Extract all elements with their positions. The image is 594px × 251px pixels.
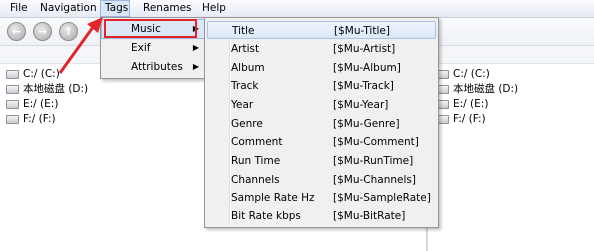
music-item-track[interactable]: Track [$Mu-Track]: [207, 77, 436, 95]
drive-icon: [6, 84, 19, 94]
menu-item-tag: [$Mu-Album]: [333, 62, 401, 74]
drive-icon: [6, 114, 19, 124]
drive-item[interactable]: F:/ (F:): [436, 112, 486, 127]
drive-icon: [6, 69, 19, 79]
menu-file[interactable]: File: [10, 1, 28, 16]
menu-help[interactable]: Help: [202, 1, 226, 16]
drive-label: C:/ (C:): [453, 68, 490, 80]
music-item-artist[interactable]: Artist [$Mu-Artist]: [207, 40, 436, 58]
menu-item-tag: [$Mu-Title]: [334, 25, 390, 37]
menu-item-label: Comment: [231, 136, 283, 148]
menu-item-tag: [$Mu-Channels]: [333, 174, 416, 186]
menu-item-label: Run Time: [231, 155, 281, 167]
music-item-bit-rate[interactable]: Bit Rate kbps [$Mu-BitRate]: [207, 207, 436, 225]
drive-label: E:/ (E:): [23, 98, 59, 110]
menu-item-label: Artist: [231, 43, 260, 55]
menu-item-label: Exif: [131, 42, 151, 54]
drive-label: E:/ (E:): [453, 98, 489, 110]
menu-item-label: Bit Rate kbps: [231, 210, 301, 222]
music-item-sample-rate[interactable]: Sample Rate Hz [$Mu-SampleRate]: [207, 189, 436, 207]
menu-item-tag: [$Mu-BitRate]: [333, 210, 406, 222]
drive-icon: [6, 99, 19, 109]
menu-bar: File Navigation Tags Renames Help: [0, 0, 594, 18]
music-item-genre[interactable]: Genre [$Mu-Genre]: [207, 115, 436, 133]
drive-item[interactable]: E:/ (E:): [436, 97, 488, 112]
menu-item-label: Genre: [231, 118, 263, 130]
menu-item-tag: [$Mu-Year]: [333, 99, 389, 111]
back-icon[interactable]: ←: [7, 22, 26, 41]
menu-item-tag: [$Mu-Comment]: [333, 136, 419, 148]
right-drive-panel: C:/ (C:) 本地磁盘 (D:) E:/ (E:) F:/ (F:): [429, 64, 594, 251]
music-item-album[interactable]: Album [$Mu-Album]: [207, 59, 436, 77]
music-item-channels[interactable]: Channels [$Mu-Channels]: [207, 171, 436, 189]
drive-item[interactable]: 本地磁盘 (D:): [436, 82, 518, 97]
forward-icon[interactable]: →: [33, 22, 52, 41]
submenu-arrow-icon: ▶: [192, 62, 199, 71]
menu-item-tag: [$Mu-Track]: [333, 80, 394, 92]
music-item-title[interactable]: Title [$Mu-Title]: [207, 21, 436, 39]
drive-item[interactable]: C:/ (C:): [6, 67, 60, 82]
drive-item[interactable]: 本地磁盘 (D:): [6, 82, 88, 97]
drive-label: F:/ (F:): [23, 113, 56, 125]
menu-item-label: Attributes: [131, 61, 183, 73]
music-submenu: Title [$Mu-Title] Artist [$Mu-Artist] Albu…: [204, 17, 439, 228]
music-item-run-time[interactable]: Run Time [$Mu-RunTime]: [207, 152, 436, 170]
menu-renames[interactable]: Renames: [143, 1, 192, 16]
menu-item-tag: [$Mu-Artist]: [333, 43, 396, 55]
menu-item-label: Sample Rate Hz: [231, 192, 315, 204]
music-item-year[interactable]: Year [$Mu-Year]: [207, 96, 436, 114]
menu-item-label: Track: [231, 80, 259, 92]
menu-navigation[interactable]: Navigation: [40, 1, 97, 16]
submenu-arrow-icon: ▶: [192, 43, 199, 52]
drive-label: 本地磁盘 (D:): [453, 83, 519, 95]
menu-item-label: Channels: [231, 174, 280, 186]
music-item-comment[interactable]: Comment [$Mu-Comment]: [207, 133, 436, 151]
menu-item-label: Title: [232, 25, 255, 37]
drive-label: C:/ (C:): [23, 68, 60, 80]
drive-label: F:/ (F:): [453, 113, 486, 125]
drive-item[interactable]: C:/ (C:): [436, 67, 490, 82]
menu-item-label: Year: [231, 99, 254, 111]
menu-item-tag: [$Mu-SampleRate]: [333, 192, 431, 204]
menu-item-tag: [$Mu-Genre]: [333, 118, 400, 130]
drive-item[interactable]: E:/ (E:): [6, 97, 58, 112]
drive-item[interactable]: F:/ (F:): [6, 112, 56, 127]
menu-item-tag: [$Mu-RunTime]: [333, 155, 414, 167]
menu-item-label: Album: [231, 62, 265, 74]
annotation-arrow-icon: [58, 17, 103, 74]
menu-tags[interactable]: Tags: [105, 1, 128, 16]
drive-label: 本地磁盘 (D:): [23, 83, 89, 95]
